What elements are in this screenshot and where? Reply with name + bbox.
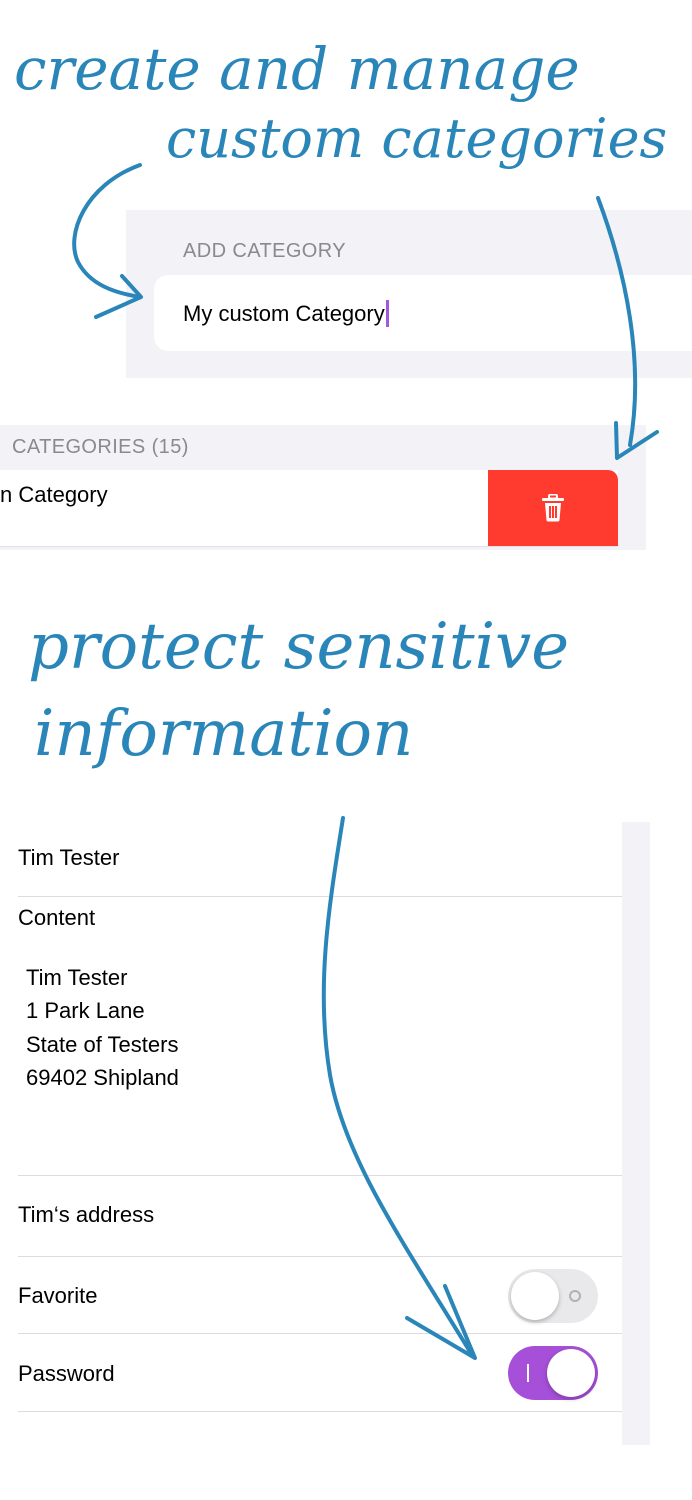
arrow-to-delete (596, 196, 638, 447)
arrow-to-add-field (72, 163, 142, 299)
arrowhead-delete (614, 421, 659, 460)
arrowhead-password-toggle (405, 1284, 477, 1360)
arrow-to-password-toggle (321, 816, 474, 1357)
annotation-arrows (72, 163, 659, 1360)
